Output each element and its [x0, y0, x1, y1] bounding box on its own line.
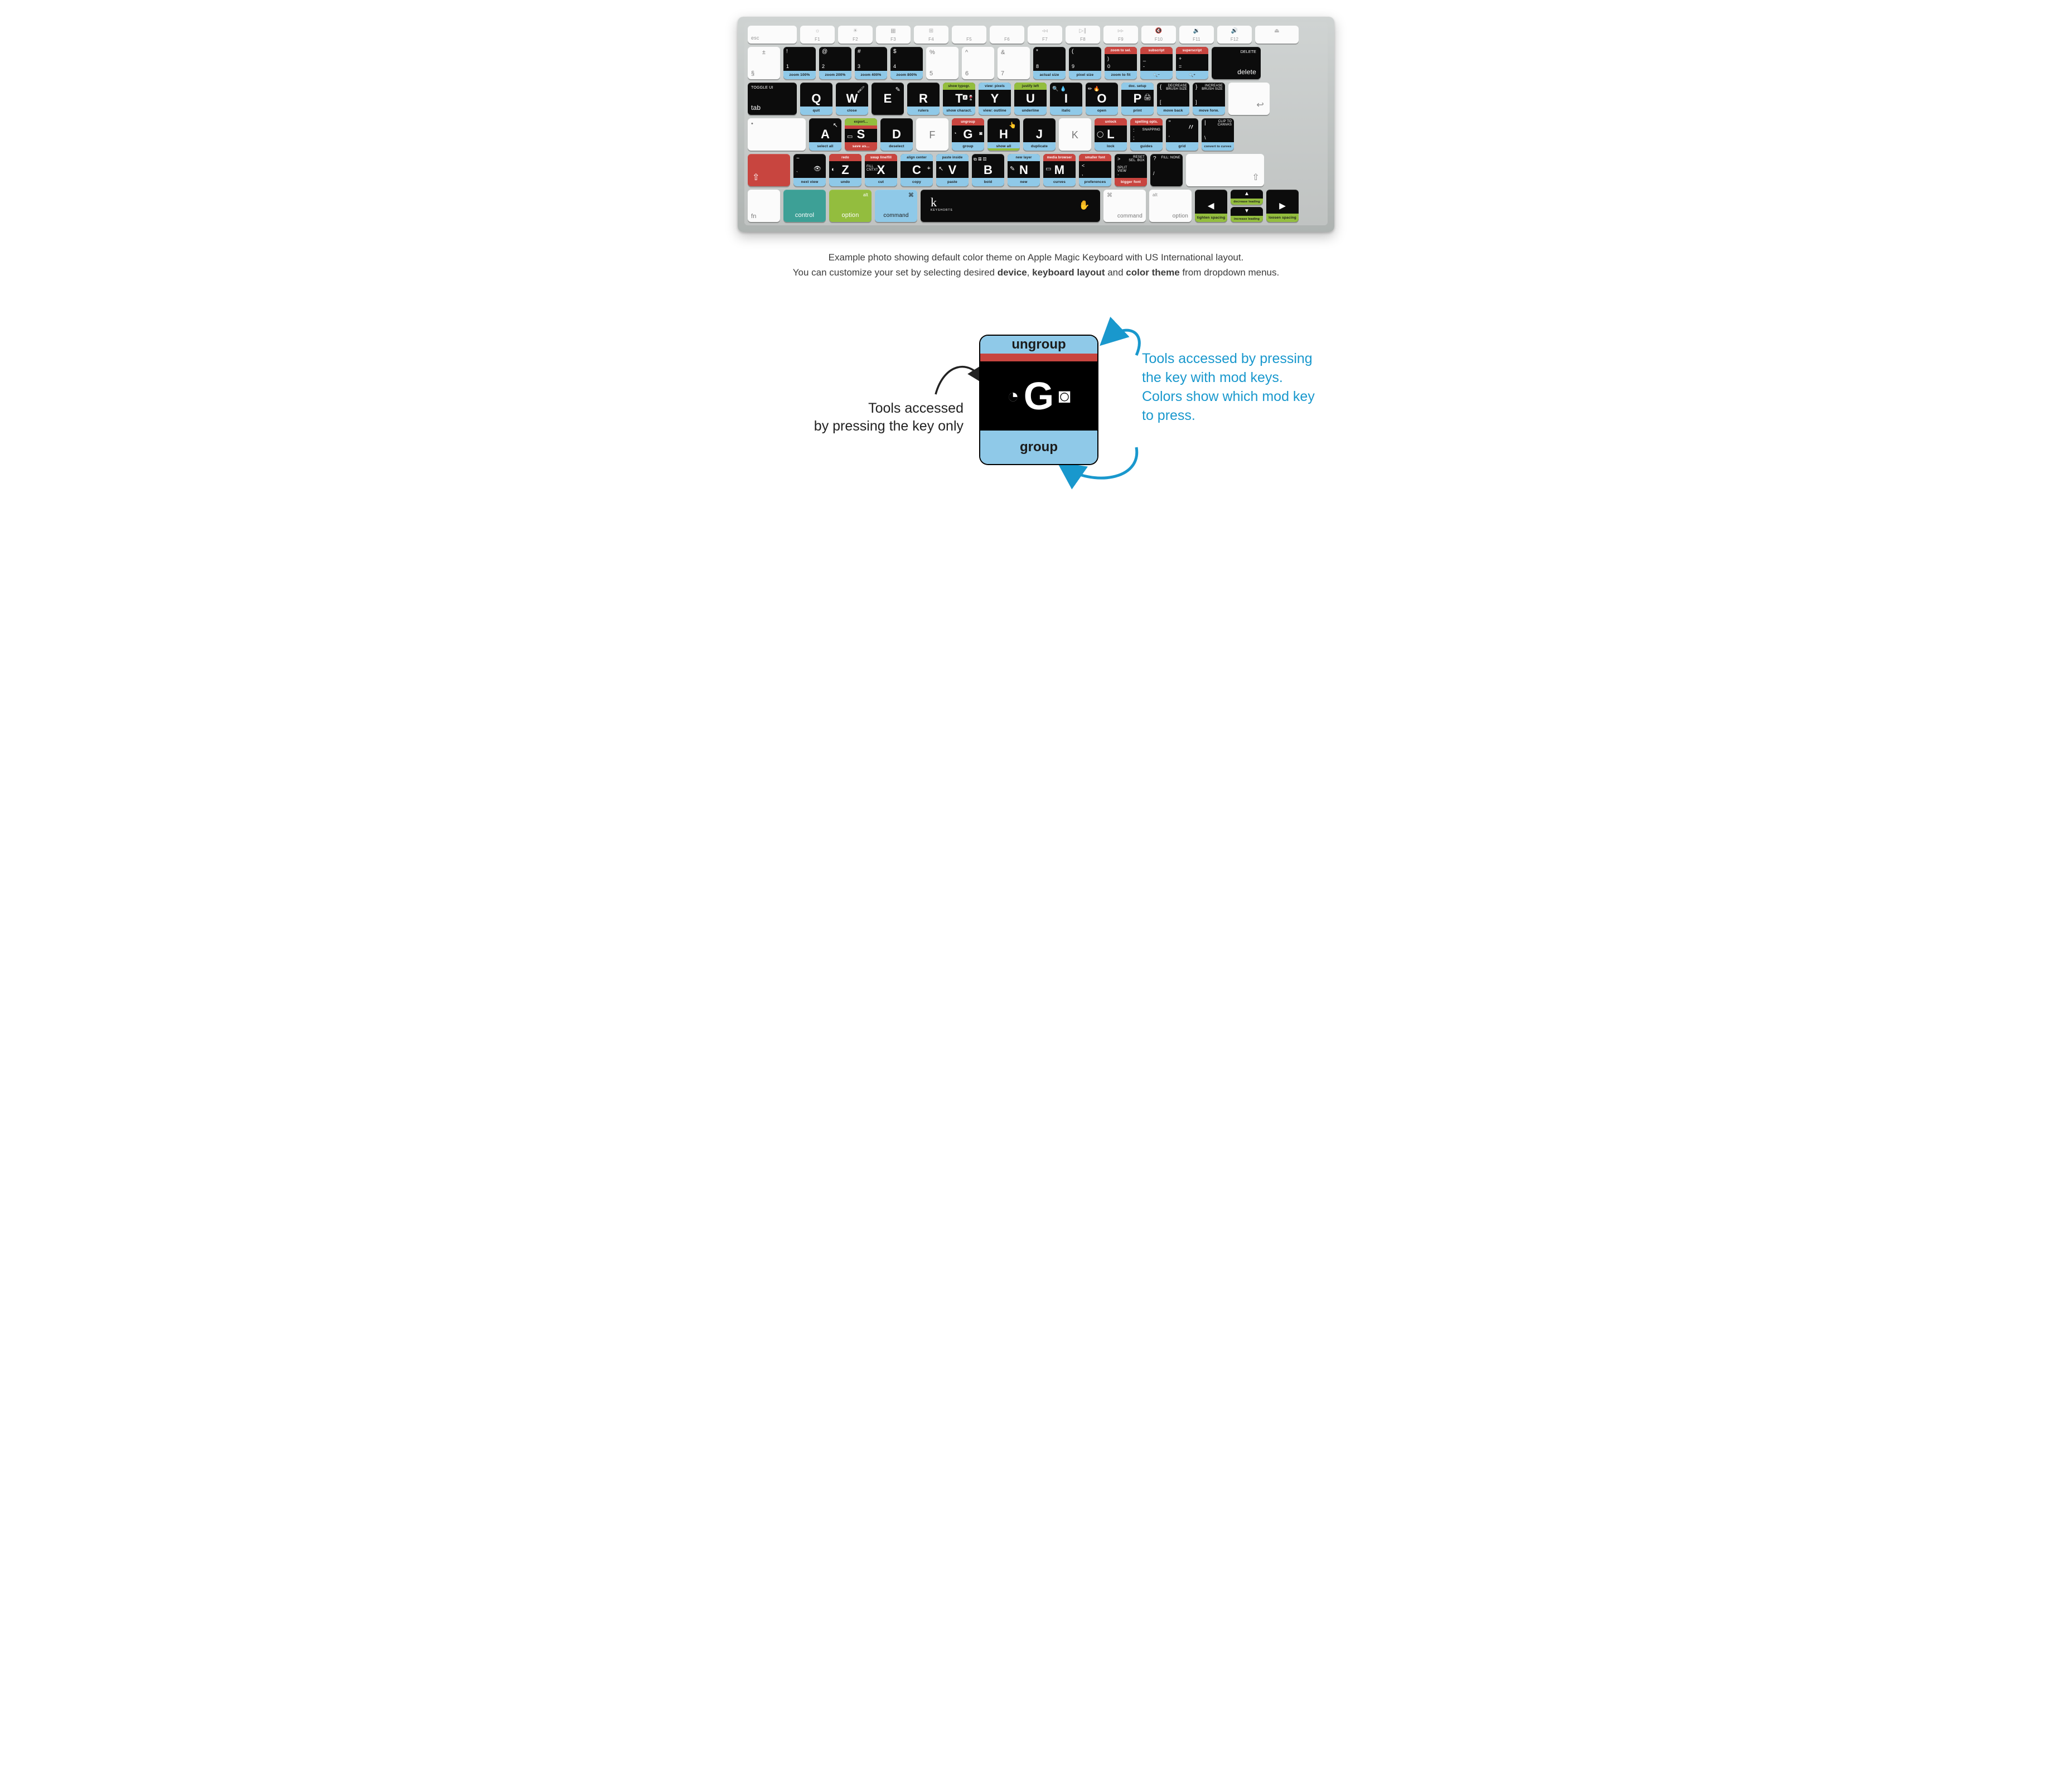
key-arrow-left: ◀tighten spacing: [1195, 190, 1227, 222]
key-tab: TOGGLE UItab: [748, 83, 797, 115]
key-equals: superscript+=🔍⁺: [1176, 47, 1208, 79]
key-8: *8actual size: [1033, 47, 1066, 79]
key-section: ±§: [748, 47, 780, 79]
key-w: 🖌Wclose: [836, 83, 868, 115]
key-6: ^6: [962, 47, 994, 79]
legend-key-sample: ungroup ◔G◙ group: [980, 336, 1097, 464]
key-command-left: ⌘command: [875, 190, 917, 222]
key-f7: ◃◃F7: [1028, 26, 1062, 44]
key-f3: ▦F3: [876, 26, 911, 44]
key-f1: ☼F1: [800, 26, 835, 44]
legend-key-letter: ◔G◙: [980, 361, 1097, 431]
key-h: H👆show all: [987, 118, 1020, 151]
key-b: B⧉ ▦ ▧bold: [972, 154, 1004, 186]
key-arrow-down: ▼increase leading: [1231, 207, 1263, 222]
key-f8: ▷∥F8: [1066, 26, 1100, 44]
key-fn: fn: [748, 190, 780, 222]
key-3: #3zoom 400%: [855, 47, 887, 79]
key-2: @2zoom 200%: [819, 47, 851, 79]
key-slash: ?FILL: NONE/: [1150, 154, 1183, 186]
key-f10: 🔇F10: [1141, 26, 1176, 44]
key-esc: esc: [748, 26, 797, 44]
key-arrow-right: ▶loosen spacing: [1266, 190, 1299, 222]
key-s: export...S▭save as...: [845, 118, 877, 151]
key-arrow-up: ▲decrease leading: [1231, 190, 1263, 205]
key-delete: DELETEdelete: [1212, 47, 1261, 79]
key-y: view: pixelsYview: outline: [979, 83, 1011, 115]
key-return: ↩: [1228, 83, 1270, 115]
key-f12: 🔊F12: [1217, 26, 1252, 44]
key-right-bracket: }INCREASE BRUSH SIZE]move forw.: [1193, 83, 1225, 115]
caption-text: Example photo showing default color them…: [738, 250, 1334, 280]
key-f11: 🔉F11: [1179, 26, 1214, 44]
key-eject: ⏏: [1255, 26, 1299, 44]
key-v: paste insideV↖paste: [936, 154, 969, 186]
key-k: K: [1059, 118, 1091, 151]
key-g: ungroupG◔◙group: [952, 118, 984, 151]
key-f6: F6: [990, 26, 1024, 44]
key-f4: ⊞F4: [914, 26, 948, 44]
key-f: F: [916, 118, 948, 151]
key-caps-lock: •: [748, 118, 806, 151]
key-left-bracket: {DECREASE BRUSH SIZE[move back: [1157, 83, 1189, 115]
key-comma: smaller font<,preferences: [1079, 154, 1111, 186]
key-7: &7: [998, 47, 1030, 79]
key-option-right: altoption: [1149, 190, 1192, 222]
keyboard-frame: esc ☼F1 ☀F2 ▦F3 ⊞F4 F5 F6 ◃◃F7 ▷∥F8 ▹▹F9…: [738, 17, 1334, 232]
key-4: $4zoom 800%: [890, 47, 923, 79]
key-0: zoom to sel.)0zoom to fit: [1105, 47, 1137, 79]
key-option-left: altoption: [829, 190, 872, 222]
key-a: A↖select all: [809, 118, 841, 151]
key-minus: subscript_-🔍⁻: [1140, 47, 1173, 79]
legend-diagram: ungroup ◔G◙ group Tools accessedby press…: [735, 297, 1337, 497]
key-space: kKEYSHORTS✋: [921, 190, 1100, 222]
key-n: new layerN✎new: [1008, 154, 1040, 186]
key-p: doc. setupP🖨print: [1121, 83, 1154, 115]
key-control: control: [783, 190, 826, 222]
key-t: show typogr.T🅰🍷show charact.: [943, 83, 975, 115]
key-c: align centerC⌖copy: [901, 154, 933, 186]
key-r: Rrulers: [907, 83, 940, 115]
key-f2: ☀F2: [838, 26, 873, 44]
key-grave: ~👁`next view: [793, 154, 826, 186]
key-l: unlockL◯lock: [1095, 118, 1127, 151]
legend-bottom-label: group: [980, 431, 1097, 464]
legend-text-left: Tools accessedby pressing the key only: [774, 400, 964, 435]
key-u: justify leftUunderline: [1014, 83, 1047, 115]
key-1: !11zoom 100%: [783, 47, 816, 79]
key-f9: ▹▹F9: [1103, 26, 1138, 44]
key-right-shift: ⇧: [1186, 154, 1264, 186]
key-z: redoZ◐undo: [829, 154, 861, 186]
key-o: O✏ 🔥open: [1086, 83, 1118, 115]
key-command-right: ⌘command: [1103, 190, 1146, 222]
legend-top-label: ungroup: [980, 336, 1097, 361]
key-j: Jduplicate: [1023, 118, 1056, 151]
key-semicolon: spelling opts.:SNAPPING;guides: [1130, 118, 1163, 151]
key-i: I🔍 💧italic: [1050, 83, 1082, 115]
key-q: Qquit: [800, 83, 832, 115]
key-e: ✎E: [872, 83, 904, 115]
key-5: %5: [926, 47, 958, 79]
key-period: >RESET SEL. BOXSPLIT VIEW.bigger font: [1115, 154, 1147, 186]
key-quote: "〃'grid: [1166, 118, 1198, 151]
key-d: Ddeselect: [880, 118, 913, 151]
key-9: (9pixel size: [1069, 47, 1101, 79]
key-left-shift: ⇧: [748, 154, 790, 186]
key-m: media browserM▭curves: [1043, 154, 1076, 186]
key-x: swap line/fillXFILL CNTXTcut: [865, 154, 897, 186]
key-f5: F5: [952, 26, 986, 44]
legend-text-right: Tools accessed by pressing the key with …: [1142, 350, 1326, 425]
key-backslash: |CLIP TO CANVAS\convert to curves: [1202, 118, 1234, 151]
